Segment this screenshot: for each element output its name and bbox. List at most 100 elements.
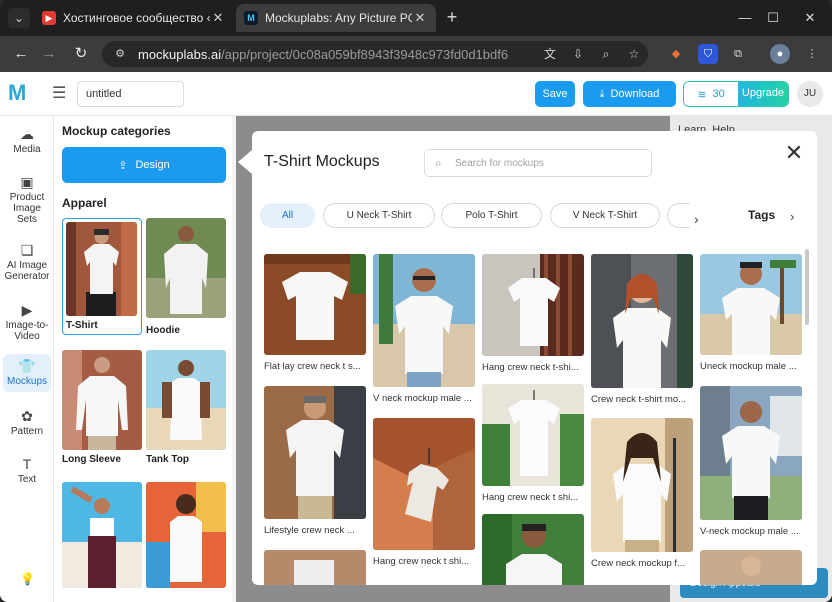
category-hoodie[interactable]: Hoodie: [146, 218, 226, 336]
tags-label[interactable]: Tags: [748, 208, 775, 222]
category-thumbnail: [66, 222, 137, 316]
mockuplabs-logo-icon[interactable]: M: [8, 81, 32, 105]
mockup-image: [700, 254, 802, 355]
browser-tab-1[interactable]: ▶ Хостинговое сообщество «Tim ✕: [34, 4, 234, 32]
minimize-icon[interactable]: —: [734, 8, 756, 28]
modal-scrollbar[interactable]: [805, 249, 809, 325]
category-tank-top[interactable]: Tank Top: [146, 350, 226, 465]
mockup-card[interactable]: [482, 514, 584, 585]
metamask-icon[interactable]: ◆: [666, 44, 686, 64]
mockup-categories-panel: Mockup categories ⇪ Design Apparel T-Shi…: [54, 116, 236, 602]
lightbulb-icon[interactable]: 💡: [20, 572, 35, 586]
design-label: Design: [135, 159, 170, 171]
mockup-card[interactable]: Crew neck mockup f...: [591, 418, 693, 569]
rail-item-pattern[interactable]: ✿ Pattern: [3, 404, 51, 437]
zoom-icon[interactable]: ⌕: [598, 45, 614, 63]
tab-search-icon[interactable]: ⌄: [8, 8, 30, 28]
credits-value: 30: [712, 88, 725, 100]
mockup-image: [373, 418, 475, 550]
youtube-icon: ▶: [42, 11, 56, 25]
chip-polo[interactable]: Polo T-Shirt: [441, 203, 542, 228]
mockup-card[interactable]: V neck mockup male ...: [373, 254, 475, 404]
chip-v-neck[interactable]: V Neck T-Shirt: [550, 203, 660, 228]
mockup-card[interactable]: Hang crew neck t-shi...: [482, 254, 584, 373]
install-app-icon[interactable]: ⇩: [570, 45, 586, 63]
upload-icon: ⇪: [118, 159, 128, 172]
mockup-card[interactable]: Hang crew neck t shi...: [482, 384, 584, 503]
credits-widget: ≋ 30 Upgrade: [683, 81, 789, 107]
left-rail: ☁ Media ▣ Product Image Sets ❏ AI Image Gen…: [0, 116, 54, 602]
category-item[interactable]: [146, 482, 226, 592]
hamburger-icon[interactable]: ☰: [52, 84, 66, 104]
bookmark-star-icon[interactable]: ☆: [626, 45, 642, 63]
forward-icon[interactable]: →: [38, 43, 60, 65]
mockup-card[interactable]: [264, 550, 366, 585]
rail-item-product-image-sets[interactable]: ▣ Product Image Sets: [3, 170, 51, 225]
design-button[interactable]: ⇪ Design: [62, 147, 226, 183]
mockup-card[interactable]: V-neck mockup male ...: [700, 386, 802, 537]
reload-icon[interactable]: ↻: [70, 43, 92, 65]
rail-item-image-to-video[interactable]: ▶ Image-to-Video: [3, 298, 51, 342]
upgrade-button[interactable]: Upgrade: [738, 82, 788, 106]
url-host: mockuplabs.ai: [138, 46, 222, 62]
category-t-shirt[interactable]: T-Shirt: [62, 218, 142, 335]
rail-label: Image-to-Video: [5, 320, 49, 342]
mockup-image: [373, 254, 475, 387]
chip-u-neck[interactable]: U Neck T-Shirt: [323, 203, 435, 228]
category-item[interactable]: [62, 482, 142, 592]
modal-title: T-Shirt Mockups: [264, 153, 380, 170]
mockup-caption: Crew neck mockup f...: [591, 558, 685, 569]
site-info-icon[interactable]: ⚙: [112, 46, 128, 62]
bitwarden-icon[interactable]: ⛉: [698, 44, 718, 64]
mockup-card[interactable]: Uneck mockup male ...: [700, 254, 802, 372]
save-button[interactable]: Save: [535, 81, 575, 107]
mockup-image: [264, 386, 366, 519]
menu-kebab-icon[interactable]: ⋮: [802, 44, 822, 64]
mockup-search[interactable]: ⌕: [424, 149, 652, 177]
download-button[interactable]: ⤓ Download: [583, 81, 676, 107]
rail-item-mockups[interactable]: 👕 Mockups: [3, 354, 51, 392]
window-close-icon[interactable]: ✕: [799, 8, 821, 28]
category-label: Tank Top: [146, 454, 189, 465]
cloud-upload-icon: ☁: [20, 126, 34, 142]
filter-chips: All U Neck T-Shirt Polo T-Shirt V Neck T…: [260, 203, 690, 229]
rail-item-text[interactable]: T Text: [3, 452, 51, 485]
profile-icon[interactable]: ●: [770, 44, 790, 64]
chevron-right-icon[interactable]: ›: [790, 209, 794, 224]
new-tab-icon[interactable]: +: [442, 8, 462, 28]
mockup-caption: Uneck mockup male ...: [700, 361, 797, 372]
mockup-card[interactable]: Crew neck t-shirt mo...: [591, 254, 693, 405]
translate-icon[interactable]: 文: [542, 45, 558, 63]
browser-window: ⌄ ▶ Хостинговое сообщество «Tim ✕ M Mock…: [0, 0, 832, 602]
mockup-caption: Flat lay crew neck t s...: [264, 361, 361, 372]
avatar[interactable]: JU: [797, 81, 823, 107]
mockup-card[interactable]: Hang crew neck t shi...: [373, 418, 475, 567]
project-title-input[interactable]: [77, 81, 184, 107]
mockup-image: [264, 550, 366, 585]
tab-title: Mockuplabs: Any Picture POD: [265, 11, 412, 25]
browser-tab-2[interactable]: M Mockuplabs: Any Picture POD ✕: [236, 4, 436, 32]
text-icon: T: [22, 456, 32, 472]
mockup-card[interactable]: [700, 550, 802, 585]
category-thumbnail: [146, 350, 226, 450]
mockup-card[interactable]: Lifestyle crew neck ...: [264, 386, 366, 536]
rail-item-ai-image-generator[interactable]: ❏ AI Image Generator: [3, 238, 51, 282]
rail-item-media[interactable]: ☁ Media: [3, 122, 51, 155]
address-bar[interactable]: ⚙ mockuplabs.ai/app/project/0c08a059bf89…: [102, 41, 648, 67]
close-icon[interactable]: ✕: [782, 141, 806, 165]
back-icon[interactable]: ←: [10, 43, 32, 65]
close-icon[interactable]: ✕: [412, 10, 428, 26]
category-long-sleeve[interactable]: Long Sleeve: [62, 350, 142, 465]
modal-pointer: [238, 150, 252, 174]
tab-title: Хостинговое сообщество «Tim: [63, 11, 210, 25]
mockup-image: [591, 254, 693, 388]
chip-all[interactable]: All: [260, 203, 315, 228]
maximize-icon[interactable]: ☐: [762, 8, 784, 28]
extensions-icon[interactable]: ⧉: [728, 44, 748, 64]
rail-label: Product Image Sets: [9, 192, 45, 225]
close-icon[interactable]: ✕: [210, 10, 226, 26]
chip-more[interactable]: [667, 203, 690, 228]
chevron-right-icon[interactable]: ›: [694, 211, 699, 227]
search-input[interactable]: [455, 157, 645, 169]
mockup-card[interactable]: Flat lay crew neck t s...: [264, 254, 366, 372]
